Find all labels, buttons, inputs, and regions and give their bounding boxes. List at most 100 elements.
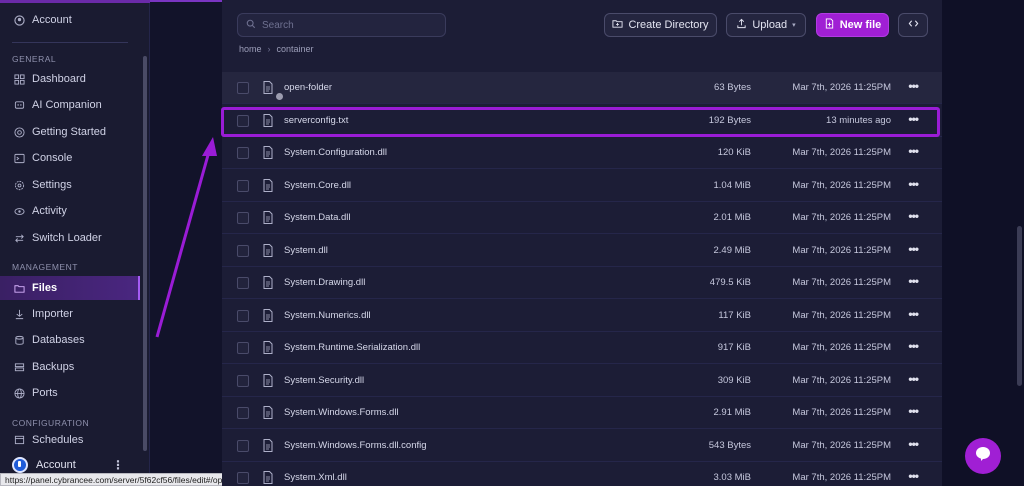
page-scrollbar[interactable] — [1017, 226, 1022, 386]
more-horizontal-icon[interactable]: ••• — [908, 144, 919, 158]
create-directory-label: Create Directory — [628, 19, 709, 31]
more-horizontal-icon[interactable]: ••• — [908, 307, 919, 321]
sidebar-item-label: Databases — [32, 334, 85, 346]
file-name[interactable]: System.Configuration.dll — [284, 147, 387, 158]
file-row[interactable]: System.Security.dll 309 KiB Mar 7th, 202… — [222, 365, 942, 397]
file-row[interactable]: System.Drawing.dll 479.5 KiB Mar 7th, 20… — [222, 267, 942, 299]
sidebar-item-label: Schedules — [32, 434, 84, 446]
file-name[interactable]: System.Security.dll — [284, 375, 364, 386]
more-vertical-icon[interactable]: ⋮ — [112, 458, 124, 472]
sidebar-item-getting-started[interactable]: Getting Started — [0, 120, 140, 144]
sidebar-item-label: Console — [32, 152, 73, 164]
file-name[interactable]: System.Runtime.Serialization.dll — [284, 342, 420, 353]
file-name[interactable]: open-folder — [284, 82, 332, 93]
file-name[interactable]: System.Data.dll — [284, 212, 351, 223]
sidebar-item-settings[interactable]: Settings — [0, 173, 140, 197]
row-checkbox[interactable] — [237, 375, 249, 387]
sidebar-item-backups[interactable]: Backups — [0, 355, 140, 379]
row-checkbox[interactable] — [237, 472, 249, 484]
backup-icon — [14, 362, 25, 373]
sidebar-divider — [12, 42, 128, 43]
sidebar-item-databases[interactable]: Databases — [0, 328, 140, 352]
row-checkbox[interactable] — [237, 342, 249, 354]
file-size: 917 KiB — [717, 342, 751, 353]
file-row[interactable]: System.dll 2.49 MiB Mar 7th, 2026 11:25P… — [222, 235, 942, 267]
row-checkbox[interactable] — [237, 277, 249, 289]
upload-button[interactable]: Upload ▾ — [726, 13, 806, 37]
file-row[interactable]: System.Windows.Forms.dll 2.91 MiB Mar 7t… — [222, 397, 942, 429]
file-name[interactable]: System.Numerics.dll — [284, 310, 371, 321]
file-row[interactable]: System.Configuration.dll 120 KiB Mar 7th… — [222, 137, 942, 169]
sidebar-item-account-top[interactable]: Account — [0, 8, 140, 32]
upload-label: Upload — [752, 19, 788, 31]
database-icon — [14, 335, 25, 346]
file-name[interactable]: System.Drawing.dll — [284, 277, 365, 288]
row-checkbox[interactable] — [237, 82, 249, 94]
file-name[interactable]: System.Core.dll — [284, 180, 351, 191]
row-checkbox[interactable] — [237, 310, 249, 322]
sidebar-item-dashboard[interactable]: Dashboard — [0, 67, 140, 91]
more-horizontal-icon[interactable]: ••• — [908, 437, 919, 451]
file-name[interactable]: System.dll — [284, 245, 328, 256]
sidebar-item-schedules[interactable]: Schedules — [0, 434, 140, 448]
search-box[interactable] — [237, 13, 446, 37]
row-checkbox[interactable] — [237, 180, 249, 192]
sidebar-item-label: Ports — [32, 387, 58, 399]
file-row[interactable]: System.Windows.Forms.dll.config 543 Byte… — [222, 430, 942, 462]
folder-icon — [14, 283, 25, 294]
file-icon — [263, 341, 273, 354]
file-name[interactable]: System.Windows.Forms.dll.config — [284, 440, 427, 451]
search-input[interactable] — [262, 19, 432, 31]
row-checkbox[interactable] — [237, 440, 249, 452]
file-name[interactable]: System.Xml.dll — [284, 472, 347, 483]
row-checkbox[interactable] — [237, 245, 249, 257]
file-modified: Mar 7th, 2026 11:25PM — [792, 342, 891, 353]
chat-support-button[interactable] — [965, 438, 1001, 474]
file-row[interactable]: open-folder 63 Bytes Mar 7th, 2026 11:25… — [222, 72, 942, 104]
sidebar-scrollbar[interactable] — [143, 56, 147, 451]
row-checkbox[interactable] — [237, 407, 249, 419]
more-horizontal-icon[interactable]: ••• — [908, 404, 919, 418]
more-horizontal-icon[interactable]: ••• — [908, 177, 919, 191]
breadcrumb-container[interactable]: container — [277, 44, 314, 54]
more-horizontal-icon[interactable]: ••• — [908, 339, 919, 353]
file-icon — [263, 309, 273, 322]
file-icon — [263, 244, 273, 257]
file-size: 2.01 MiB — [713, 212, 752, 223]
file-name[interactable]: System.Windows.Forms.dll — [284, 407, 399, 418]
more-horizontal-icon[interactable]: ••• — [908, 469, 919, 483]
sidebar-item-switch-loader[interactable]: Switch Loader — [0, 226, 140, 250]
file-size: 1.04 MiB — [713, 180, 752, 191]
more-horizontal-icon[interactable]: ••• — [908, 209, 919, 223]
new-file-button[interactable]: New file — [816, 13, 889, 37]
file-icon — [263, 471, 273, 484]
file-row[interactable]: System.Xml.dll 3.03 MiB Mar 7th, 2026 11… — [222, 462, 942, 486]
create-directory-button[interactable]: Create Directory — [604, 13, 717, 37]
file-size: 309 KiB — [717, 375, 751, 386]
status-bar-url: https://panel.cybrancee.com/server/5f62c… — [0, 473, 250, 486]
sidebar-item-activity[interactable]: Activity — [0, 199, 140, 223]
file-row[interactable]: System.Core.dll 1.04 MiB Mar 7th, 2026 1… — [222, 170, 942, 202]
breadcrumb-home[interactable]: home — [239, 44, 262, 54]
sidebar-item-console[interactable]: Console — [0, 146, 140, 170]
row-checkbox[interactable] — [237, 212, 249, 224]
more-horizontal-icon[interactable]: ••• — [908, 79, 919, 93]
section-heading-configuration: CONFIGURATION — [12, 418, 90, 428]
more-horizontal-icon[interactable]: ••• — [908, 372, 919, 386]
code-view-button[interactable] — [898, 13, 928, 37]
section-heading-general: GENERAL — [12, 54, 57, 64]
sparkle-icon — [14, 100, 25, 111]
file-row[interactable]: System.Numerics.dll 117 KiB Mar 7th, 202… — [222, 300, 942, 332]
row-checkbox[interactable] — [237, 147, 249, 159]
sidebar-item-importer[interactable]: Importer — [0, 302, 140, 326]
more-horizontal-icon[interactable]: ••• — [908, 242, 919, 256]
sidebar-item-ai-companion[interactable]: AI Companion — [0, 93, 140, 117]
file-icon — [263, 211, 273, 224]
sidebar-item-ports[interactable]: Ports — [0, 381, 140, 405]
sidebar-item-files[interactable]: Files — [0, 276, 140, 300]
file-row[interactable]: System.Runtime.Serialization.dll 917 KiB… — [222, 332, 942, 364]
lifebuoy-icon — [14, 126, 25, 138]
section-heading-management: MANAGEMENT — [12, 262, 78, 272]
file-row[interactable]: System.Data.dll 2.01 MiB Mar 7th, 2026 1… — [222, 202, 942, 234]
more-horizontal-icon[interactable]: ••• — [908, 274, 919, 288]
